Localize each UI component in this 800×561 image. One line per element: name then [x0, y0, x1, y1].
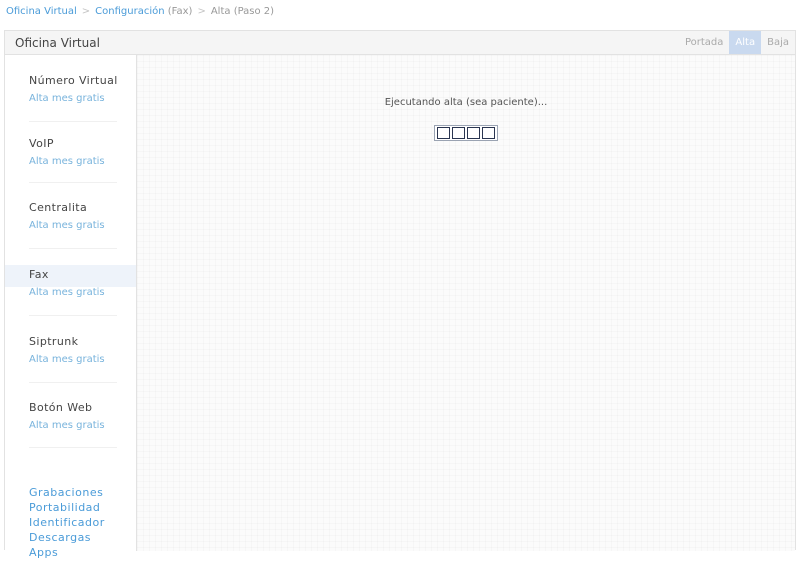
loader-square-icon: [437, 127, 450, 139]
sidebar-item-promo-link[interactable]: Alta mes gratis: [29, 93, 105, 104]
sidebar-divider: [29, 382, 117, 383]
panel-header: Oficina Virtual Portada Alta Baja: [5, 31, 795, 55]
breadcrumb-separator: >: [81, 6, 91, 17]
sidebar-divider: [29, 447, 117, 448]
sidebar-divider: [29, 182, 117, 183]
sidebar-item-promo-link[interactable]: Alta mes gratis: [29, 420, 105, 431]
link-portabilidad[interactable]: Portabilidad: [29, 501, 105, 516]
tab-baja[interactable]: Baja: [761, 31, 795, 54]
tab-alta[interactable]: Alta: [729, 31, 762, 54]
link-descargas[interactable]: Descargas: [29, 531, 105, 546]
breadcrumb-separator: >: [197, 6, 206, 17]
main-content: Ejecutando alta (sea paciente)...: [137, 55, 795, 551]
office-panel: Oficina Virtual Portada Alta Baja Número…: [4, 30, 796, 559]
sidebar-item-numero-virtual[interactable]: Número Virtual Alta mes gratis: [5, 74, 136, 126]
sidebar-item-label: Número Virtual: [29, 74, 118, 87]
active-item-highlight: [5, 265, 136, 287]
sidebar-item-label: VoIP: [29, 137, 54, 150]
sidebar-item-label: Botón Web: [29, 401, 93, 414]
sidebar-item-label: Fax: [29, 268, 49, 281]
breadcrumb-section-link[interactable]: Configuración: [95, 6, 164, 17]
loader-square-icon: [452, 127, 465, 139]
sidebar-item-promo-link[interactable]: Alta mes gratis: [29, 220, 105, 231]
loader-square-icon: [482, 127, 495, 139]
sidebar-item-promo-link[interactable]: Alta mes gratis: [29, 287, 105, 298]
sidebar-item-siptrunk[interactable]: Siptrunk Alta mes gratis: [5, 335, 136, 387]
breadcrumb: Oficina Virtual > Configuración (Fax) > Alta…: [6, 6, 274, 17]
link-grabaciones[interactable]: Grabaciones: [29, 486, 105, 501]
link-identificador[interactable]: Identificador: [29, 516, 105, 531]
header-tabs: Portada Alta Baja: [679, 31, 795, 54]
sidebar-divider: [29, 315, 117, 316]
sidebar: Número Virtual Alta mes gratis VoIP Alta…: [5, 55, 137, 559]
status-message: Ejecutando alta (sea paciente)...: [384, 97, 548, 108]
loading-indicator: [434, 125, 498, 141]
sidebar-divider: [29, 248, 117, 249]
tab-portada[interactable]: Portada: [679, 31, 729, 54]
sidebar-item-label: Centralita: [29, 201, 88, 214]
sidebar-item-boton-web[interactable]: Botón Web Alta mes gratis: [5, 401, 136, 453]
link-apps[interactable]: Apps: [29, 546, 105, 561]
sidebar-item-centralita[interactable]: Centralita Alta mes gratis: [5, 201, 136, 253]
sidebar-item-promo-link[interactable]: Alta mes gratis: [29, 156, 105, 167]
sidebar-extra-links: Grabaciones Portabilidad Identificador D…: [29, 486, 105, 561]
breadcrumb-section-suffix: (Fax): [167, 6, 193, 17]
sidebar-item-label: Siptrunk: [29, 335, 79, 348]
panel-title: Oficina Virtual: [15, 36, 100, 50]
sidebar-item-fax[interactable]: Fax Alta mes gratis: [5, 265, 136, 320]
breadcrumb-home-link[interactable]: Oficina Virtual: [6, 6, 77, 17]
breadcrumb-current: Alta (Paso 2): [210, 6, 275, 17]
sidebar-item-promo-link[interactable]: Alta mes gratis: [29, 354, 105, 365]
loader-square-icon: [467, 127, 480, 139]
sidebar-divider: [29, 121, 117, 122]
